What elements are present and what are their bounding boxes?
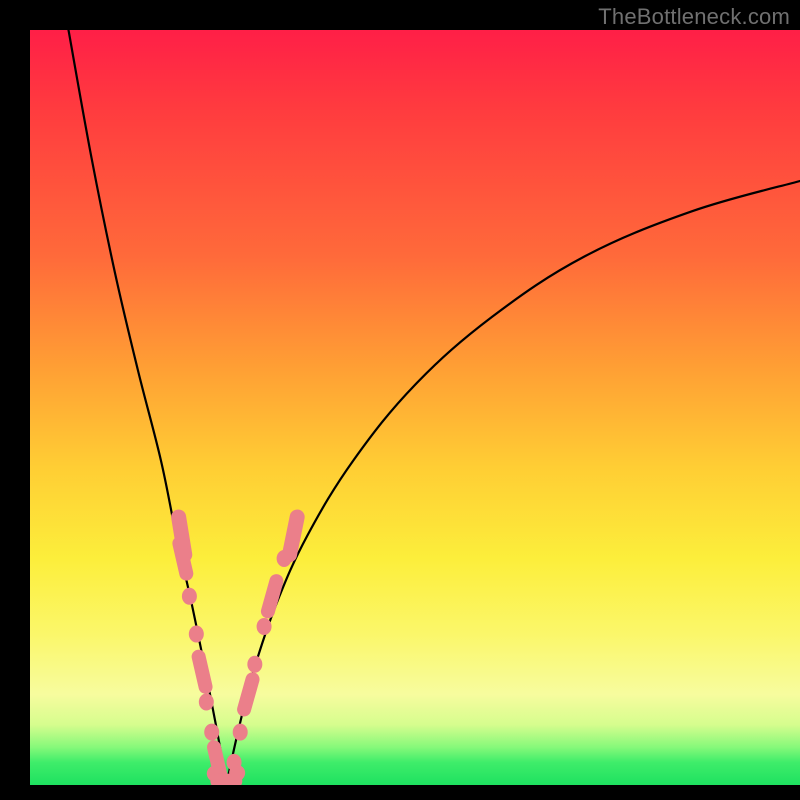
- right-branch-curve: [226, 181, 800, 785]
- bead: [247, 656, 262, 673]
- bead-group: [179, 517, 298, 782]
- watermark-text: TheBottleneck.com: [598, 4, 790, 30]
- bead: [257, 618, 272, 635]
- bead-pill: [244, 679, 252, 709]
- bead: [199, 693, 214, 710]
- bead: [182, 588, 197, 605]
- bead: [189, 626, 204, 643]
- bead-pill: [268, 581, 276, 611]
- bead: [233, 724, 248, 741]
- bead: [204, 724, 219, 741]
- curve-layer: [30, 30, 800, 785]
- bead: [229, 765, 245, 781]
- bead-pill: [199, 657, 206, 687]
- chart-container: TheBottleneck.com: [0, 0, 800, 800]
- bead-pill: [179, 543, 186, 573]
- bead-pill: [289, 517, 297, 555]
- plot-area: [30, 30, 800, 785]
